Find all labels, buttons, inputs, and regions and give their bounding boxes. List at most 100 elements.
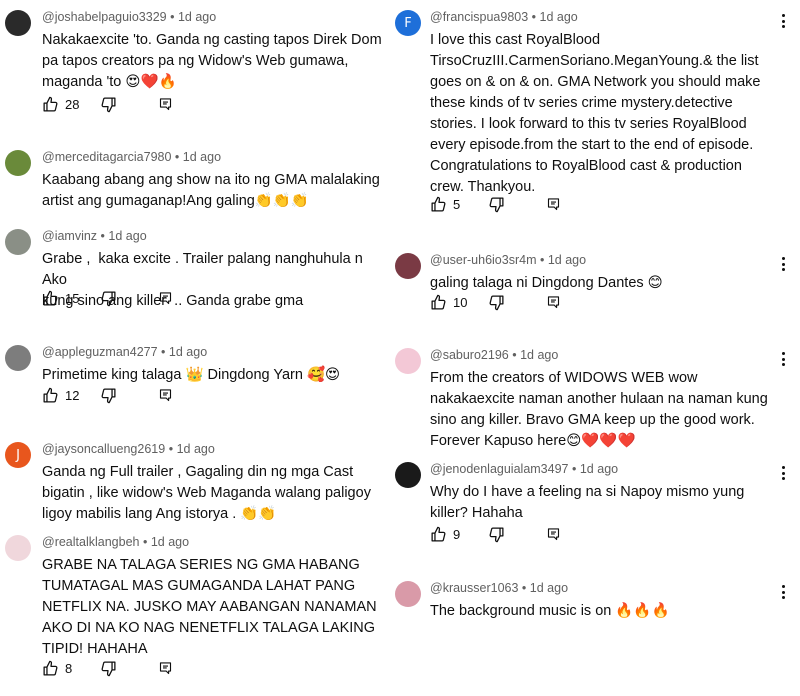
comment-time[interactable]: 1d ago <box>580 462 618 476</box>
avatar[interactable] <box>395 462 421 488</box>
dislike-button[interactable] <box>100 387 158 404</box>
dislike-button[interactable] <box>100 96 158 113</box>
avatar[interactable] <box>395 581 421 607</box>
comment-time[interactable]: 1d ago <box>178 10 216 24</box>
like-count: 28 <box>65 96 80 112</box>
comment-meta: @joshabelpaguio3329 • 1d ago <box>42 10 216 24</box>
dislike-button[interactable] <box>488 196 546 213</box>
comment-time[interactable]: 1d ago <box>183 150 221 164</box>
like-button[interactable]: 9 <box>430 526 488 543</box>
comment-author[interactable]: @iamvinz <box>42 229 97 243</box>
comment-time[interactable]: 1d ago <box>540 10 578 24</box>
like-button[interactable]: 12 <box>42 387 100 404</box>
reply-button[interactable] <box>546 527 576 542</box>
comment-time[interactable]: 1d ago <box>108 229 146 243</box>
like-count: 10 <box>453 294 468 310</box>
comment-time[interactable]: 1d ago <box>169 345 207 359</box>
thumbs-down-icon <box>100 660 117 677</box>
comment-text: GRABE NA TALAGA SERIES NG GMA HABANG TUM… <box>42 557 377 657</box>
thumbs-down-icon <box>488 526 505 543</box>
more-options-icon[interactable] <box>776 464 790 482</box>
comment-time[interactable]: 1d ago <box>151 535 189 549</box>
like-button[interactable]: 5 <box>430 196 488 213</box>
comment-actions: 9 <box>430 524 576 544</box>
avatar[interactable] <box>5 345 31 371</box>
like-count: 15 <box>65 290 80 306</box>
comment-author[interactable]: @krausser1063 <box>430 581 518 595</box>
comment-text: Ganda ng Full trailer , Gagaling din ng … <box>42 464 371 522</box>
reply-icon <box>158 388 173 403</box>
comment-author[interactable]: @merceditagarcia7980 <box>42 150 171 164</box>
meta-separator: • <box>170 10 175 24</box>
comment-actions: 10 <box>430 292 576 312</box>
thumbs-up-icon <box>42 290 59 307</box>
reply-button[interactable] <box>546 295 576 310</box>
meta-separator: • <box>100 229 105 243</box>
comment-text: I love this cast RoyalBlood TirsoCruzIII… <box>430 32 761 195</box>
thumbs-down-icon <box>100 387 117 404</box>
more-options-icon[interactable] <box>776 583 790 601</box>
reply-button[interactable] <box>158 661 188 676</box>
comment-author[interactable]: @realtalklangbeh <box>42 535 139 549</box>
like-count: 12 <box>65 387 80 403</box>
reply-button[interactable] <box>546 197 576 212</box>
comment-time[interactable]: 1d ago <box>530 581 568 595</box>
like-button[interactable]: 8 <box>42 660 100 677</box>
dislike-button[interactable] <box>100 290 158 307</box>
comment-time[interactable]: 1d ago <box>548 253 586 267</box>
comment-time[interactable]: 1d ago <box>177 442 215 456</box>
comment-author[interactable]: @saburo2196 <box>430 348 509 362</box>
thumbs-up-icon <box>42 660 59 677</box>
thumbs-up-icon <box>430 526 447 543</box>
reply-icon <box>158 661 173 676</box>
meta-separator: • <box>539 253 545 267</box>
reply-button[interactable] <box>158 291 188 306</box>
meta-separator: • <box>142 535 148 549</box>
avatar[interactable]: J <box>5 442 31 468</box>
avatar[interactable]: F <box>395 10 421 36</box>
comment-text: Why do I have a feeling na si Napoy mism… <box>430 484 745 521</box>
thumbs-down-icon <box>488 294 505 311</box>
avatar[interactable] <box>5 535 31 561</box>
comment-meta: @francispua9803 • 1d ago <box>430 10 578 24</box>
reply-icon <box>546 527 561 542</box>
comment-author[interactable]: @appleguzman4277 <box>42 345 158 359</box>
more-options-icon[interactable] <box>776 12 790 30</box>
like-count: 9 <box>453 526 461 542</box>
comment-text: Nakakaexcite 'to. Ganda ng casting tapos… <box>42 32 382 90</box>
avatar[interactable] <box>395 348 421 374</box>
thumbs-up-icon <box>42 387 59 404</box>
comment-author[interactable]: @joshabelpaguio3329 <box>42 10 167 24</box>
like-button[interactable]: 10 <box>430 294 488 311</box>
avatar[interactable] <box>5 10 31 36</box>
avatar[interactable] <box>5 150 31 176</box>
comment-author[interactable]: @francispua9803 <box>430 10 528 24</box>
meta-separator: • <box>168 442 174 456</box>
like-count: 8 <box>65 660 73 676</box>
thumbs-down-icon <box>100 290 117 307</box>
reply-button[interactable] <box>158 388 188 403</box>
dislike-button[interactable] <box>488 294 546 311</box>
meta-separator: • <box>174 150 180 164</box>
dislike-button[interactable] <box>100 660 158 677</box>
comment-meta: @krausser1063 • 1d ago <box>430 581 568 595</box>
comment-time[interactable]: 1d ago <box>520 348 558 362</box>
like-button[interactable]: 15 <box>42 290 100 307</box>
like-count: 5 <box>453 196 461 212</box>
reply-button[interactable] <box>158 97 188 112</box>
avatar[interactable] <box>5 229 31 255</box>
meta-separator: • <box>161 345 166 359</box>
comment-author[interactable]: @jenodenlaguialam3497 <box>430 462 569 476</box>
reply-icon <box>546 295 561 310</box>
more-options-icon[interactable] <box>776 350 790 368</box>
comment-meta: @saburo2196 • 1d ago <box>430 348 558 362</box>
comment-meta: @realtalklangbeh • 1d ago <box>42 535 189 549</box>
more-options-icon[interactable] <box>776 255 790 273</box>
avatar[interactable] <box>395 253 421 279</box>
comment-author[interactable]: @jaysoncallueng2619 <box>42 442 165 456</box>
dislike-button[interactable] <box>488 526 546 543</box>
comment-author[interactable]: @user-uh6io3sr4m <box>430 253 536 267</box>
meta-separator: • <box>521 581 527 595</box>
like-button[interactable]: 28 <box>42 96 100 113</box>
meta-separator: • <box>571 462 577 476</box>
